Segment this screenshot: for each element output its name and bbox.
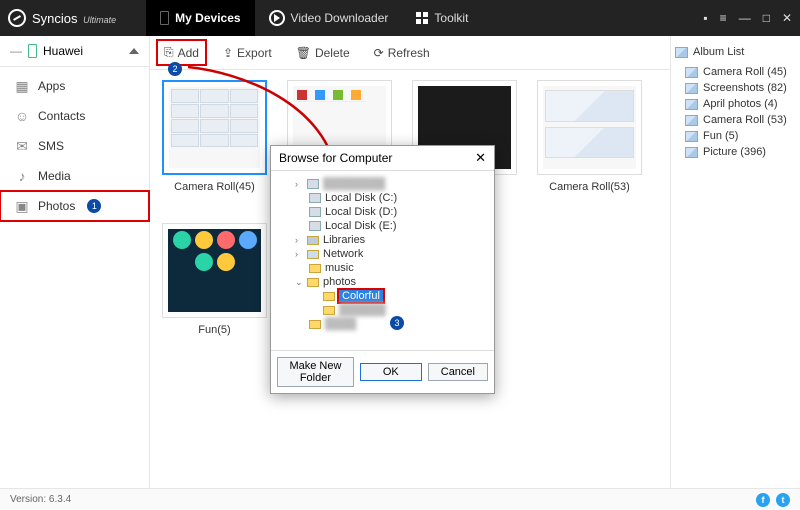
maximize-button[interactable]: □ — [763, 11, 770, 25]
album-label: Camera Roll(45) — [174, 181, 255, 193]
picture-icon — [685, 67, 698, 78]
album-label: Fun(5) — [198, 324, 230, 336]
app-title: Syncios Ultimate — [32, 11, 116, 26]
sidebar: — Huawei ▦ Apps ☺ Contacts ✉ SMS ♪ Media — [0, 36, 150, 488]
twitter-icon[interactable]: t — [776, 493, 790, 507]
folder-icon — [309, 320, 321, 329]
add-icon: ⎘ — [164, 45, 174, 60]
minimize-button[interactable]: — — [739, 11, 751, 25]
step-badge-3: 3 — [390, 316, 404, 330]
picture-icon — [685, 115, 698, 126]
menu-icon[interactable]: ≡ — [720, 11, 727, 25]
album-label: Camera Roll(53) — [549, 181, 630, 193]
sidebar-item-sms[interactable]: ✉ SMS — [0, 131, 149, 161]
picture-icon — [675, 47, 688, 58]
folder-icon — [309, 264, 321, 273]
folder-icon — [323, 306, 335, 315]
picture-icon — [685, 83, 698, 94]
dialog-buttons: Make New Folder OK Cancel — [271, 351, 494, 393]
drive-icon — [309, 221, 321, 231]
dialog-title: Browse for Computer — [279, 151, 392, 165]
media-icon: ♪ — [14, 168, 30, 184]
export-icon: ⇪ — [223, 46, 233, 60]
album-list-item[interactable]: Camera Roll (45) — [675, 64, 796, 80]
device-name: Huawei — [43, 44, 83, 58]
sidebar-item-media[interactable]: ♪ Media — [0, 161, 149, 191]
play-icon — [269, 10, 285, 26]
sidebar-item-photos[interactable]: ▣ Photos 1 — [0, 191, 149, 221]
make-new-folder-button[interactable]: Make New Folder — [277, 357, 354, 387]
status-bar: Version: 6.3.4 f t — [0, 488, 800, 510]
sidebar-item-apps[interactable]: ▦ Apps — [0, 71, 149, 101]
album-thumb[interactable]: Camera Roll(45) — [162, 80, 267, 193]
titlebar: Syncios Ultimate My Devices Video Downlo… — [0, 0, 800, 36]
folder-icon — [307, 278, 319, 287]
add-button[interactable]: ⎘ Add — [158, 41, 205, 64]
notify-icon[interactable]: ▪ — [703, 11, 707, 25]
toolbar: ⎘ Add ⇪ Export 🗑 Delete ⟳ Refresh — [150, 36, 670, 70]
step-badge-2: 2 — [168, 62, 182, 76]
export-button[interactable]: ⇪ Export — [217, 42, 278, 64]
network-icon — [307, 250, 319, 259]
picture-icon — [685, 131, 698, 142]
album-list-item[interactable]: Picture (396) — [675, 144, 796, 160]
photos-icon: ▣ — [14, 198, 30, 214]
drive-icon — [309, 193, 321, 203]
window-controls: ▪ ≡ — □ ✕ — [703, 11, 792, 25]
tab-my-devices[interactable]: My Devices — [146, 0, 254, 36]
close-button[interactable]: ✕ — [782, 11, 792, 25]
version-label: Version: 6.3.4 — [10, 494, 71, 505]
ok-button[interactable]: OK — [360, 363, 422, 381]
contact-icon: ☺ — [14, 108, 30, 124]
trash-icon: 🗑 — [296, 46, 311, 60]
tab-video-downloader[interactable]: Video Downloader — [255, 0, 403, 36]
album-list-panel: Album List Camera Roll (45) Screenshots … — [670, 36, 800, 488]
sms-icon: ✉ — [14, 138, 30, 154]
collapse-icon[interactable] — [129, 48, 139, 54]
picture-icon — [685, 99, 698, 110]
delete-button[interactable]: 🗑 Delete — [290, 42, 356, 64]
album-thumb[interactable]: Camera Roll(53) — [537, 80, 642, 193]
folder-icon — [307, 236, 319, 245]
folder-icon — [323, 292, 335, 301]
step-badge-1: 1 — [87, 199, 101, 213]
device-selector[interactable]: — Huawei — [0, 36, 149, 67]
album-list-header: Album List — [675, 46, 796, 58]
dialog-close-button[interactable]: ✕ — [475, 150, 486, 166]
app-logo-icon — [8, 9, 26, 27]
album-list-item[interactable]: April photos (4) — [675, 96, 796, 112]
album-list-item[interactable]: Fun (5) — [675, 128, 796, 144]
drive-icon — [309, 207, 321, 217]
dialog-titlebar: Browse for Computer ✕ — [271, 146, 494, 171]
facebook-icon[interactable]: f — [756, 493, 770, 507]
toolkit-icon — [416, 12, 428, 24]
tree-item-selected[interactable]: Colorful — [277, 289, 488, 303]
apps-icon: ▦ — [14, 78, 30, 94]
album-thumb[interactable]: Fun(5) — [162, 223, 267, 336]
refresh-button[interactable]: ⟳ Refresh — [368, 42, 436, 64]
tab-toolkit[interactable]: Toolkit — [402, 0, 482, 36]
album-list-item[interactable]: Camera Roll (53) — [675, 112, 796, 128]
cancel-button[interactable]: Cancel — [428, 363, 488, 381]
album-list-item[interactable]: Screenshots (82) — [675, 80, 796, 96]
main-tabs: My Devices Video Downloader Toolkit — [146, 0, 482, 36]
refresh-icon: ⟳ — [374, 46, 384, 60]
browse-dialog: Browse for Computer ✕ ›████████ Local Di… — [270, 145, 495, 394]
folder-tree[interactable]: ›████████ Local Disk (C:) Local Disk (D:… — [271, 171, 494, 351]
phone-icon — [160, 11, 169, 25]
picture-icon — [685, 147, 698, 158]
phone-icon — [28, 44, 37, 58]
sidebar-item-contacts[interactable]: ☺ Contacts — [0, 101, 149, 131]
